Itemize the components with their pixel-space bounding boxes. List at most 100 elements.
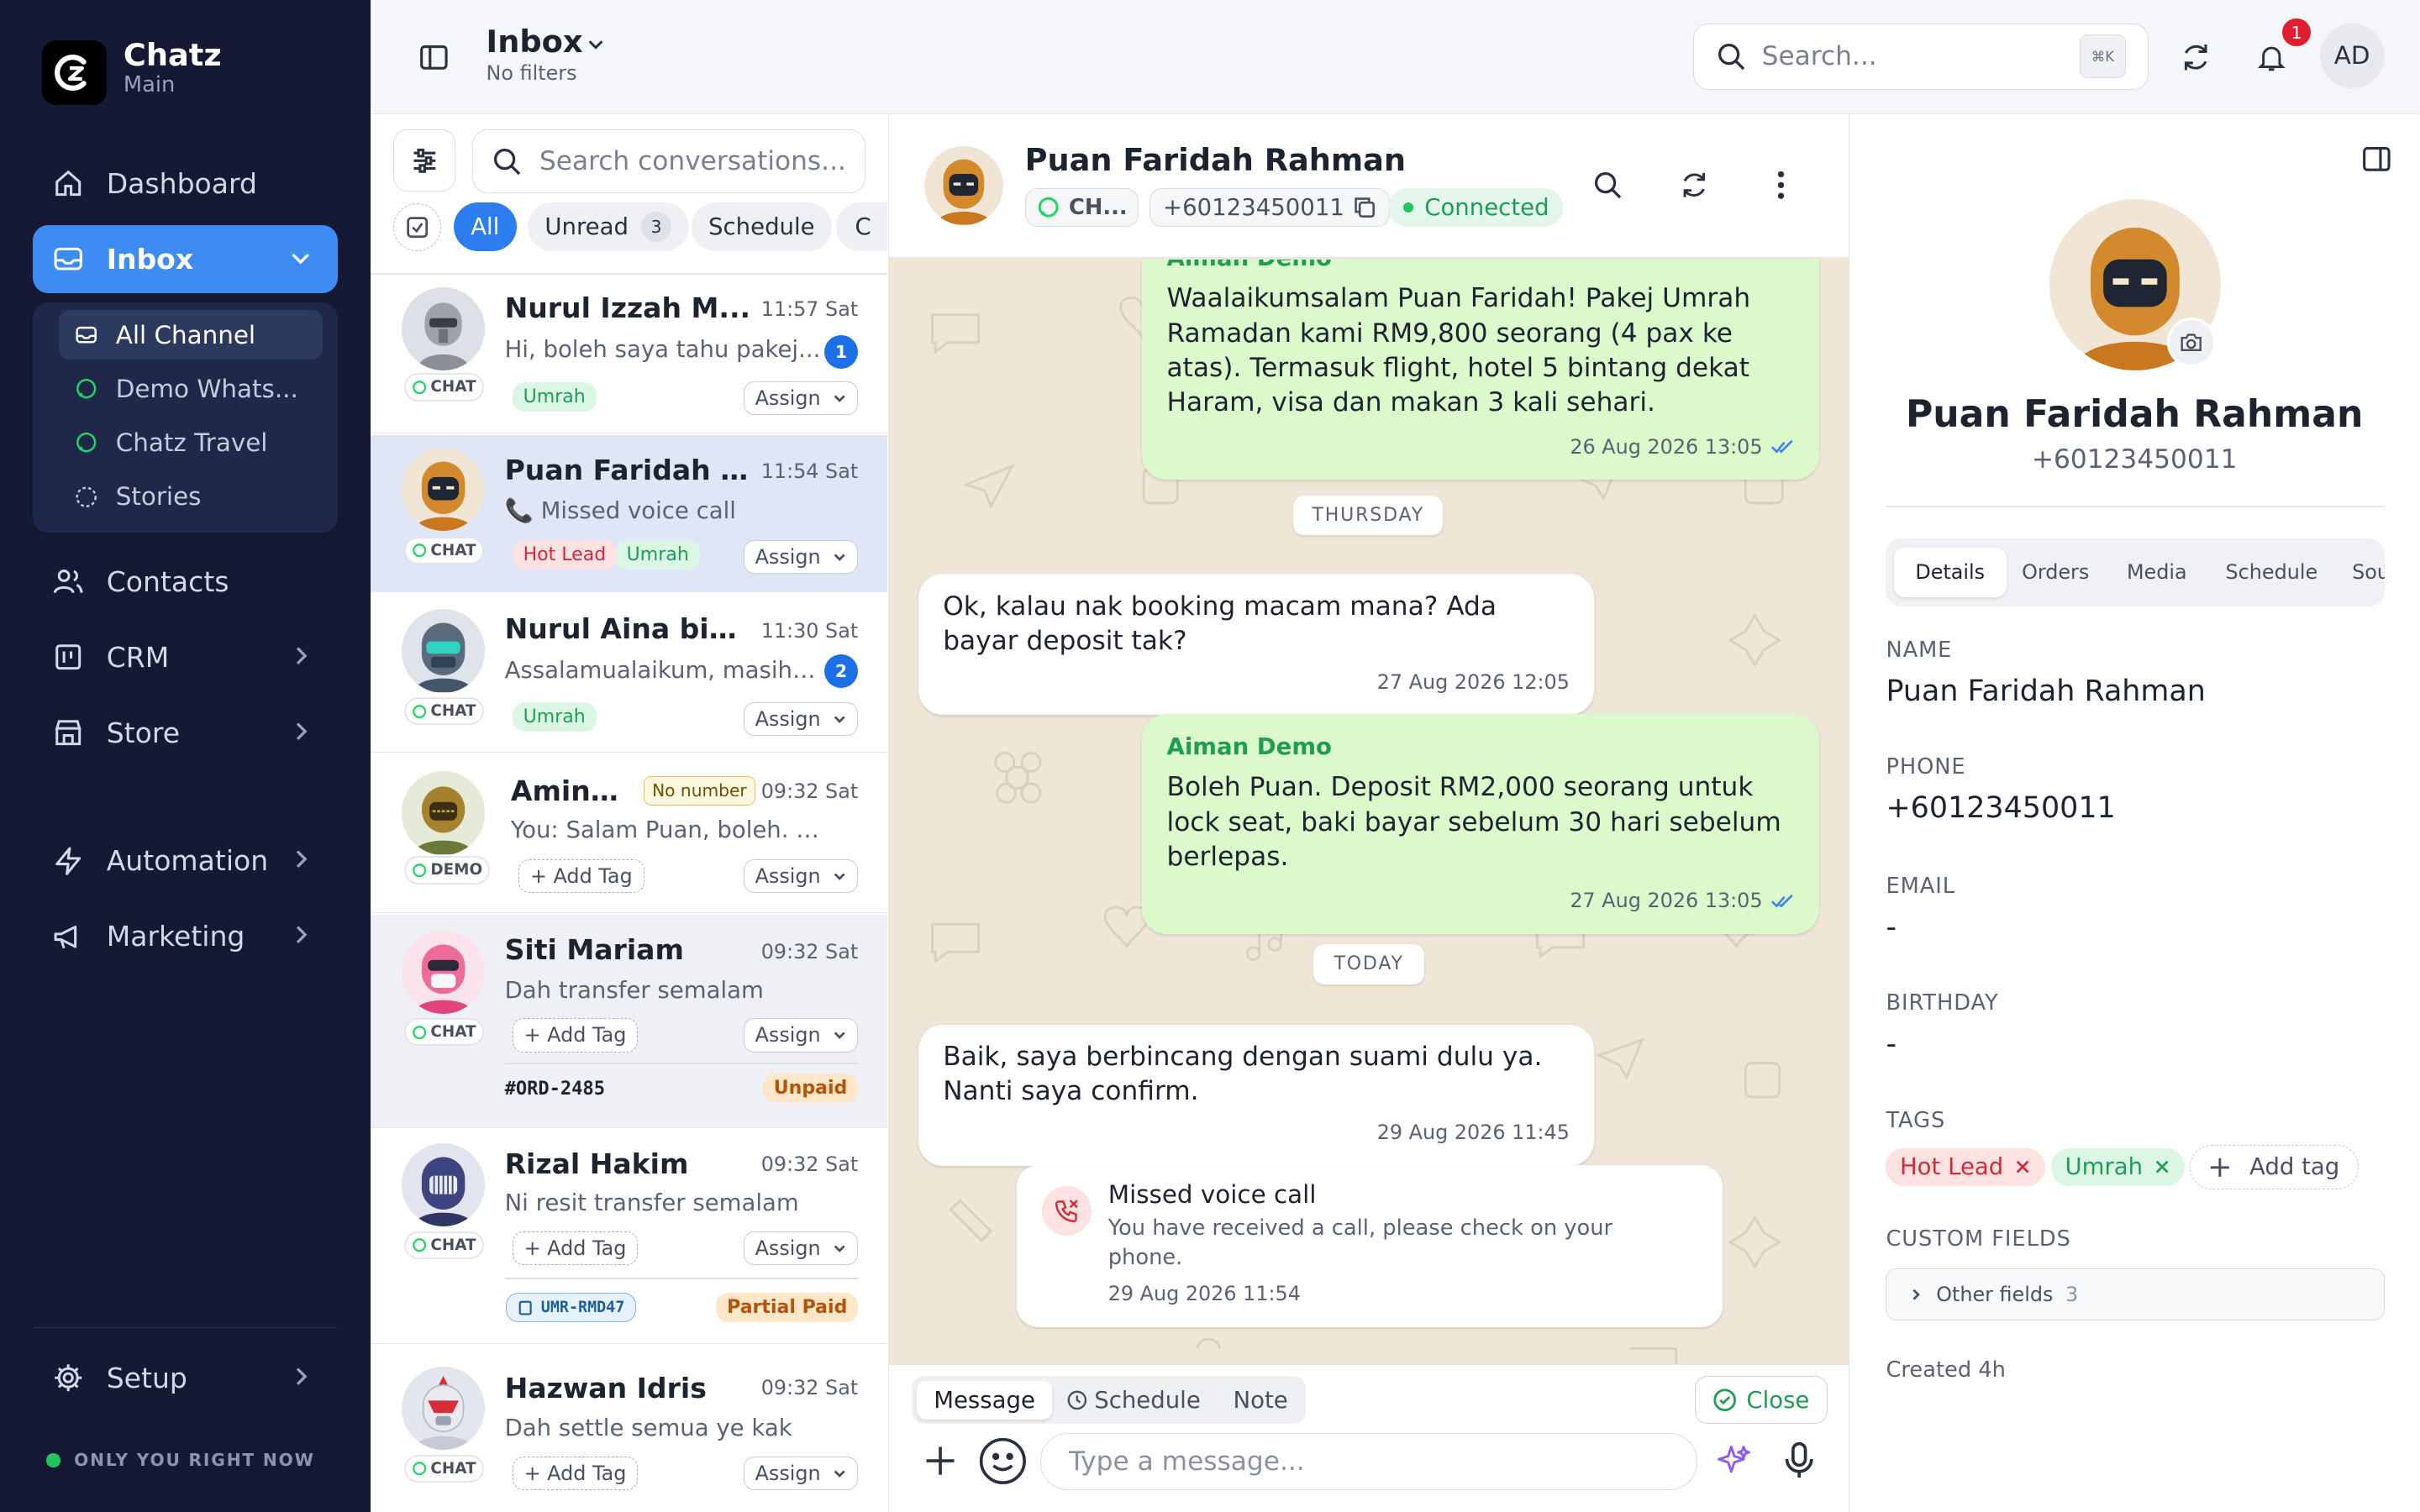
tab-note[interactable]: Note [1216,1381,1305,1420]
message-bubble-incoming[interactable]: Baik, saya berbincang dengan suami dulu … [918,1024,1595,1166]
contact-name: Rizal Hakim [504,1147,689,1181]
chevron-right-icon [1912,1289,1921,1300]
add-tag-button[interactable]: + Add Tag [518,859,644,894]
close-icon[interactable] [2154,1158,2170,1175]
copy-icon[interactable] [1352,195,1376,219]
chat-search-button[interactable] [1586,164,1629,207]
channel-selector[interactable]: CH... [1024,188,1139,227]
profile-divider [1886,506,2385,508]
tab-details[interactable]: Details [1893,548,2007,597]
assign-button[interactable]: Assign [744,701,859,737]
conversation-item[interactable]: CHAT Puan Faridah ... 11:54 Sat 📞 Missed… [370,434,888,593]
channel-label: DEMO [430,861,483,879]
presence-text: ONLY YOU RIGHT NOW [74,1450,315,1471]
sliders-icon [413,148,435,173]
chevron-down-icon [834,554,845,561]
conversation-item[interactable]: CHAT Rizal Hakim 09:32 Sat Ni resit tran… [370,1129,888,1344]
conversation-item[interactable]: CHAT Nurul Aina bin... 11:30 Sat Assalam… [370,594,888,753]
tab-schedule[interactable]: Schedule [2204,548,2339,597]
tab-message[interactable]: Message [916,1380,1053,1420]
other-fields-toggle[interactable]: Other fields 3 [1886,1268,2385,1321]
nav-dashboard[interactable]: Dashboard [33,150,339,218]
conversation-item[interactable]: DEMO Amina... No number 09:32 Sat You: S… [370,754,888,914]
profile-tag: Hot Lead [1886,1147,2045,1187]
toggle-sidebar-button[interactable] [413,37,454,77]
nav-store[interactable]: Store [33,699,339,767]
chat-contact-avatar[interactable] [924,146,1003,226]
assign-button[interactable]: Assign [744,1018,859,1053]
nav-contacts[interactable]: Contacts [33,548,339,616]
conversation-item[interactable]: CHAT Siti Mariam 09:32 Sat Dah transfer … [370,915,888,1128]
chat-refresh-button[interactable] [1673,164,1716,207]
sub-demo-whatsapp[interactable]: Demo Whats... [59,364,323,413]
assign-button[interactable]: Assign [744,1456,859,1491]
chevron-right-icon [297,850,308,869]
page-title[interactable]: Inbox [487,24,583,60]
emoji-button[interactable] [977,1435,1029,1487]
notification-count: 1 [2282,18,2311,47]
nav-marketing[interactable]: Marketing [33,902,339,970]
add-tag-button[interactable]: + Add Tag [512,1018,639,1053]
voice-record-button[interactable] [1778,1438,1821,1484]
global-search-input[interactable]: Search... ⌘K [1692,23,2149,90]
order-id[interactable]: #ORD-2485 [505,1079,605,1100]
tag-pill: Umrah [615,539,700,570]
tab-media[interactable]: Media [2105,548,2208,597]
filter-button[interactable] [393,129,455,192]
sub-stories[interactable]: Stories [59,472,323,522]
message-scroll-area[interactable]: Aiman Demo Waalaikumsalam Puan Faridah! … [889,259,1849,1364]
assign-button[interactable]: Assign [744,1231,859,1266]
assign-button[interactable]: Assign [744,381,859,416]
add-tag-button[interactable]: + Add Tag [512,1456,639,1491]
close-conversation-button[interactable]: Close [1694,1376,1828,1425]
filter-chip-unread[interactable]: Unread 3 [528,202,689,252]
refresh-button[interactable] [2173,34,2219,80]
value-birthday[interactable]: - [1886,1027,1897,1061]
ai-assist-button[interactable] [1713,1440,1756,1483]
value-email[interactable]: - [1886,911,1897,944]
filter-chip-schedule[interactable]: Schedule [691,202,832,252]
sub-all-channel[interactable]: All Channel [58,310,323,360]
nav-automation[interactable]: Automation [33,827,339,895]
attach-button[interactable] [915,1436,965,1486]
booking-id[interactable]: UMR-RMD47 [506,1293,637,1323]
chevron-down-icon[interactable] [587,35,605,54]
value-name[interactable]: Puan Faridah Rahman [1886,675,2205,708]
message-bubble-outgoing[interactable]: Aiman Demo Waalaikumsalam Puan Faridah! … [1142,259,1820,480]
assign-button[interactable]: Assign [744,859,859,894]
unread-badge: 1 [823,334,859,369]
collapse-panel-button[interactable] [2358,140,2395,177]
conversation-item[interactable]: CHAT Nurul Izzah M... 11:57 Sat Hi, bole… [370,275,888,434]
chat-more-button[interactable] [1760,164,1802,207]
nav-inbox[interactable]: Inbox [32,225,339,293]
avatar [401,286,485,370]
filter-chip-all[interactable]: All [453,202,517,252]
nav-crm[interactable]: CRM [33,623,339,691]
tab-schedule[interactable]: Schedule [1050,1381,1218,1420]
nav-setup[interactable]: Setup [33,1344,339,1412]
message-bubble-incoming[interactable]: Ok, kalau nak booking macam mana? Ada ba… [918,574,1595,716]
tab-orders[interactable]: Orders [2000,548,2111,597]
other-fields-count: 3 [2065,1282,2079,1306]
filter-chip-more[interactable]: C [836,202,888,252]
conversation-item[interactable]: CHAT Hazwan Idris 09:32 Sat Dah settle s… [371,1346,887,1512]
kanban-icon [55,644,81,670]
value-phone[interactable]: +60123450011 [1886,791,2115,825]
user-avatar[interactable]: AD [2319,23,2385,88]
assign-button[interactable]: Assign [744,539,859,575]
message-time: 27 Aug 2026 12:05 [1376,669,1570,694]
change-photo-button[interactable] [2166,318,2217,368]
payment-status: Unpaid [762,1074,859,1104]
missed-call-card[interactable]: Missed voice call You have received a ca… [1017,1164,1723,1327]
phone-chip[interactable]: +60123450011 [1150,188,1391,227]
add-tag-button[interactable]: + Add Tag [512,1231,639,1266]
message-bubble-outgoing[interactable]: Aiman Demo Boleh Puan. Deposit RM2,000 s… [1142,714,1820,935]
message-input[interactable]: Type a message... [1039,1433,1698,1491]
tab-source[interactable]: Sou [2330,548,2385,597]
close-icon[interactable] [2014,1158,2031,1175]
conversation-search-input[interactable]: Search conversations... [472,129,866,193]
chat-contact-name[interactable]: Puan Faridah Rahman [1025,142,1407,178]
sub-chatz-travel[interactable]: Chatz Travel [59,418,323,468]
add-tag-button[interactable]: Add tag [2190,1144,2360,1190]
chip-label: All [471,213,500,240]
